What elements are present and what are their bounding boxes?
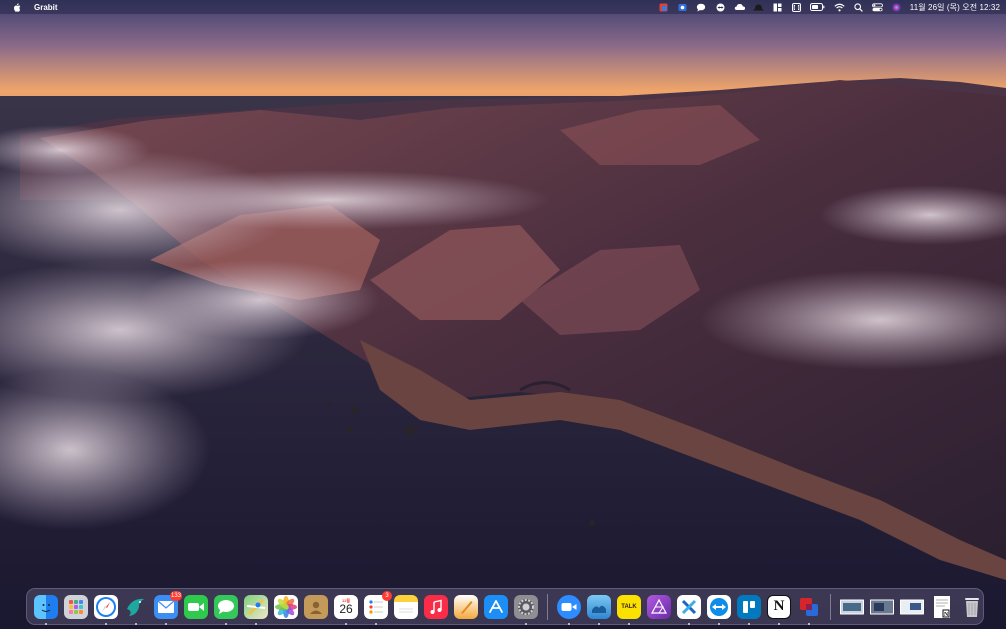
teamviewer-icon [707,594,731,619]
contacts-icon [304,594,328,619]
reminders-badge: 3 [382,590,392,601]
notes-icon [394,594,418,619]
dock-separator [547,593,548,620]
adobe-icon[interactable] [658,2,669,12]
dock-item-safari[interactable] [93,594,119,625]
notion-icon: N [767,594,791,619]
dock-recent-screenshot-3[interactable] [899,594,925,620]
dock-item-preview[interactable] [586,594,612,625]
dock-item-messages[interactable] [213,594,239,625]
dock-item-facetime[interactable] [183,594,209,620]
affinity-icon [647,594,671,619]
calendar-icon: 11월 26 [334,594,358,619]
dock-item-trash[interactable] [959,594,985,620]
messages-icon[interactable] [696,2,707,12]
dock-item-reminders[interactable]: 3 [363,590,392,625]
zoom-icon [557,594,581,619]
dock-item-calendar[interactable]: 11월 26 [333,594,359,625]
active-app-name[interactable]: Grabit [34,3,58,12]
dock-item-music[interactable] [423,594,449,620]
dock-item-mail[interactable]: 133 [153,590,182,625]
screenshot-thumb-icon [870,595,894,619]
cloud-icon[interactable] [734,2,745,12]
safari-icon [94,594,118,619]
dock-item-grabit[interactable] [123,594,149,625]
facetime-blue-icon[interactable] [677,2,688,12]
dock-item-notes[interactable] [393,594,419,620]
dock-item-pages[interactable] [453,594,479,620]
wifi-icon[interactable] [834,2,845,12]
dock-item-notion[interactable]: N [766,594,792,625]
search-icon[interactable] [853,2,864,12]
facetime-icon [184,594,208,619]
kakaotalk-icon: TALK [617,594,641,619]
document-icon: N [930,595,954,619]
calendar-day: 26 [339,602,353,616]
dock-item-maps[interactable] [243,594,269,625]
grabit-bird-icon [124,595,148,619]
launchpad-icon [64,594,88,619]
pages-icon [454,594,478,619]
dock-recent-document[interactable]: N [929,594,955,620]
dock-recent-screenshot-1[interactable] [839,594,865,620]
dock-separator [830,593,831,620]
dock-item-finder[interactable] [33,594,59,625]
maps-icon [244,594,268,619]
control-center-icon[interactable] [871,2,883,12]
music-icon [424,594,448,619]
battery-icon[interactable] [810,2,826,12]
teamviewer-icon[interactable] [715,2,726,12]
dock-item-affinity-photo[interactable] [646,594,672,620]
dock-item-launchpad[interactable] [63,594,89,620]
x-icon [677,594,701,619]
parallels-icon [797,595,821,619]
dock-item-x-app[interactable] [676,594,702,625]
dock-item-photos[interactable] [273,594,299,620]
dock-item-parallels[interactable] [796,594,822,625]
preview-icon [587,594,611,619]
hat-icon[interactable] [753,2,764,12]
dock-recent-screenshot-2[interactable] [869,594,895,620]
layout-icon[interactable] [772,2,783,12]
dock: 133 11월 26 3 TALK N N [26,588,984,625]
svg-text:N: N [944,612,949,618]
finder-icon [34,594,58,619]
dock-item-app-store[interactable] [483,594,509,620]
dock-item-system-preferences[interactable] [513,594,539,625]
dock-item-trello[interactable] [736,594,762,625]
photos-icon [274,594,298,619]
menu-bar: Grabit 11월 26일 (목) 오전 12:32 [0,0,1006,14]
apple-menu-icon[interactable] [12,2,22,12]
messages-icon [214,594,238,619]
screenshot-thumb-icon [840,595,864,619]
trello-icon [737,594,761,619]
screenshot-thumb-icon [900,595,924,619]
app-store-icon [484,594,508,619]
dock-item-contacts[interactable] [303,594,329,620]
dock-item-zoom[interactable] [556,594,582,625]
dock-item-kakaotalk[interactable]: TALK [616,594,642,625]
dock-item-teamviewer[interactable] [706,594,732,625]
desktop-wallpaper [0,0,1006,629]
mail-unread-badge: 133 [169,590,182,601]
bracket-icon[interactable] [791,2,802,12]
siri-icon[interactable] [891,2,902,12]
trash-icon [960,595,984,619]
gear-icon [514,594,538,619]
menubar-clock[interactable]: 11월 26일 (목) 오전 12:32 [910,2,1000,13]
